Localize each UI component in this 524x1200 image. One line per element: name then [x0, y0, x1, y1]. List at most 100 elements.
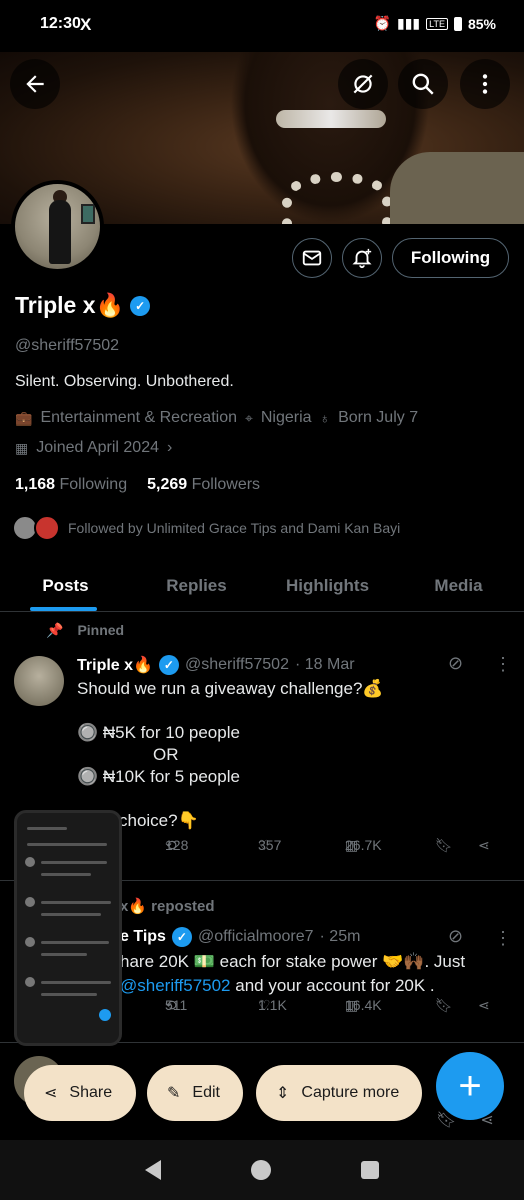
- grok-icon: [353, 74, 373, 94]
- profile-avatar[interactable]: [11, 180, 104, 273]
- share-icon: ⋖: [478, 996, 490, 1013]
- grok-icon[interactable]: ⊘: [448, 926, 463, 947]
- signal-icon: ▮▮▮: [397, 15, 421, 31]
- pinned-label: Pinned: [77, 622, 125, 638]
- bell-plus-icon: [352, 248, 372, 269]
- following-button[interactable]: Following: [392, 238, 509, 278]
- edit-screenshot-button[interactable]: ✎ Edit: [147, 1065, 243, 1121]
- profile-tabs: Posts Replies Highlights Media: [0, 560, 524, 612]
- search-button[interactable]: [398, 59, 448, 109]
- profile-meta-row-1: 💼 Entertainment & Recreation ⌖ Nigeria ♁…: [15, 409, 418, 427]
- thumb-line: [41, 941, 109, 944]
- arrow-left-icon: [26, 75, 44, 93]
- profile-location: Nigeria: [260, 409, 312, 426]
- tab-replies[interactable]: Replies: [131, 560, 262, 611]
- capture-more-button[interactable]: ⇕ Capture more: [256, 1065, 422, 1121]
- thumb-dot: [25, 977, 35, 987]
- verified-badge-icon: ✓: [158, 655, 179, 675]
- thumb-fab: [99, 1009, 111, 1021]
- chevron-right-icon: ›: [167, 439, 173, 456]
- views-count: 16.4K: [345, 997, 382, 1013]
- post-avatar[interactable]: [14, 656, 64, 706]
- profile-handle: @sheriff57502: [15, 337, 120, 354]
- tab-posts[interactable]: Posts: [0, 560, 131, 611]
- status-right: ⏰ ▮▮▮ LTE 85%: [374, 15, 496, 32]
- plus-icon: +: [458, 1063, 482, 1108]
- screenshot-thumbnail[interactable]: [14, 810, 122, 1046]
- profile-meta-row-2[interactable]: ▦ Joined April 2024 ›: [15, 439, 172, 457]
- following-link[interactable]: 1,168 Following: [15, 476, 127, 494]
- retweet-count: 511: [165, 997, 188, 1013]
- tab-highlights[interactable]: Highlights: [262, 560, 393, 611]
- pencil-icon: ✎: [167, 1085, 181, 1102]
- post-more-icon[interactable]: ⋮: [494, 928, 512, 949]
- balloon-icon: ♁: [319, 410, 331, 426]
- banner-glasses: [276, 110, 386, 128]
- message-button[interactable]: [292, 238, 332, 278]
- notifications-button[interactable]: [342, 238, 382, 278]
- post-line: [77, 788, 497, 810]
- verified-badge-icon: ✓: [130, 295, 151, 316]
- profile-born: Born July 7: [338, 409, 419, 426]
- capture-more-label: Capture more: [301, 1084, 400, 1101]
- post-line: 🔘 ₦10K for 5 people: [77, 767, 240, 786]
- post-line: OR: [153, 745, 179, 764]
- post-more-icon[interactable]: ⋮: [494, 654, 512, 675]
- avatar-person: [49, 200, 71, 264]
- nav-recents-icon[interactable]: [361, 1161, 379, 1179]
- system-navigation-bar: [0, 1140, 524, 1200]
- post-line: hare 20K 💵 each for stake power 🤝🙌🏾. Jus…: [120, 952, 466, 971]
- profile-name: Triple x🔥: [15, 292, 125, 318]
- followers-count: 5,269: [147, 476, 188, 493]
- followed-by-row[interactable]: Followed by Unlimited Grace Tips and Dam…: [12, 515, 400, 541]
- location-pin-icon: ⌖: [244, 409, 253, 426]
- repost-text: x🔥 reposted: [120, 898, 215, 915]
- post-line: Should we run a giveaway challenge?💰: [77, 679, 384, 698]
- follow-counts: 1,168 Following 5,269 Followers: [15, 476, 260, 494]
- grok-icon[interactable]: ⊘: [448, 653, 463, 674]
- tab-media[interactable]: Media: [393, 560, 524, 611]
- post-author-name[interactable]: e Tips: [120, 928, 166, 946]
- banner-chain: [282, 172, 392, 224]
- thumb-line: [41, 861, 107, 864]
- followers-label: Followers: [191, 476, 261, 493]
- follower-avatar: [34, 515, 60, 541]
- post-date: · 25m: [319, 928, 361, 945]
- alarm-icon: ⏰: [373, 15, 391, 31]
- compose-post-button[interactable]: +: [436, 1052, 504, 1120]
- bookmark-icon: 🔖︎: [435, 836, 453, 853]
- status-time: 12:30: [40, 15, 81, 32]
- pin-icon: 📌: [46, 622, 64, 638]
- profile-category: Entertainment & Recreation: [40, 409, 237, 426]
- more-options-button[interactable]: [460, 59, 510, 109]
- share-screenshot-button[interactable]: ⋖ Share: [24, 1065, 136, 1121]
- vertical-dots-icon: [482, 74, 488, 94]
- retweet-count: 128: [165, 837, 189, 853]
- thumb-line: [41, 981, 111, 984]
- post-line: [77, 700, 497, 722]
- post-body[interactable]: hare 20K 💵 each for stake power 🤝🙌🏾. Jus…: [120, 950, 480, 998]
- mention-link[interactable]: @sheriff57502: [120, 976, 231, 995]
- nav-back-icon[interactable]: [145, 1160, 161, 1180]
- x-logo-icon: X: [80, 15, 92, 34]
- followers-link[interactable]: 5,269 Followers: [147, 476, 260, 494]
- post-author-name[interactable]: Triple x🔥: [77, 655, 153, 675]
- post-date: · 18 Mar: [294, 656, 355, 673]
- thumb-dot: [25, 937, 35, 947]
- nav-home-icon[interactable]: [251, 1160, 271, 1180]
- views-count: 26.7K: [345, 837, 382, 853]
- post-header: Triple x🔥 ✓ @sheriff57502 · 18 Mar: [77, 655, 355, 675]
- post-line: @sheriff57502 and your account for 20K .: [120, 974, 480, 998]
- network-label: LTE: [426, 17, 448, 30]
- battery-percent: 85%: [467, 15, 496, 32]
- thumb-line: [41, 953, 87, 956]
- post-header: e Tips ✓ @officialmoore7 · 25m: [120, 927, 360, 947]
- following-label: Following: [59, 476, 128, 493]
- briefcase-icon: 💼: [15, 409, 33, 426]
- back-button[interactable]: [10, 59, 60, 109]
- expand-vertical-icon: ⇕: [276, 1085, 290, 1102]
- banner-shirt: [390, 152, 524, 224]
- grok-button[interactable]: [338, 59, 388, 109]
- post-body[interactable]: Should we run a giveaway challenge?💰 🔘 ₦…: [77, 678, 497, 832]
- profile-name-row: Triple x🔥 ✓: [15, 292, 151, 319]
